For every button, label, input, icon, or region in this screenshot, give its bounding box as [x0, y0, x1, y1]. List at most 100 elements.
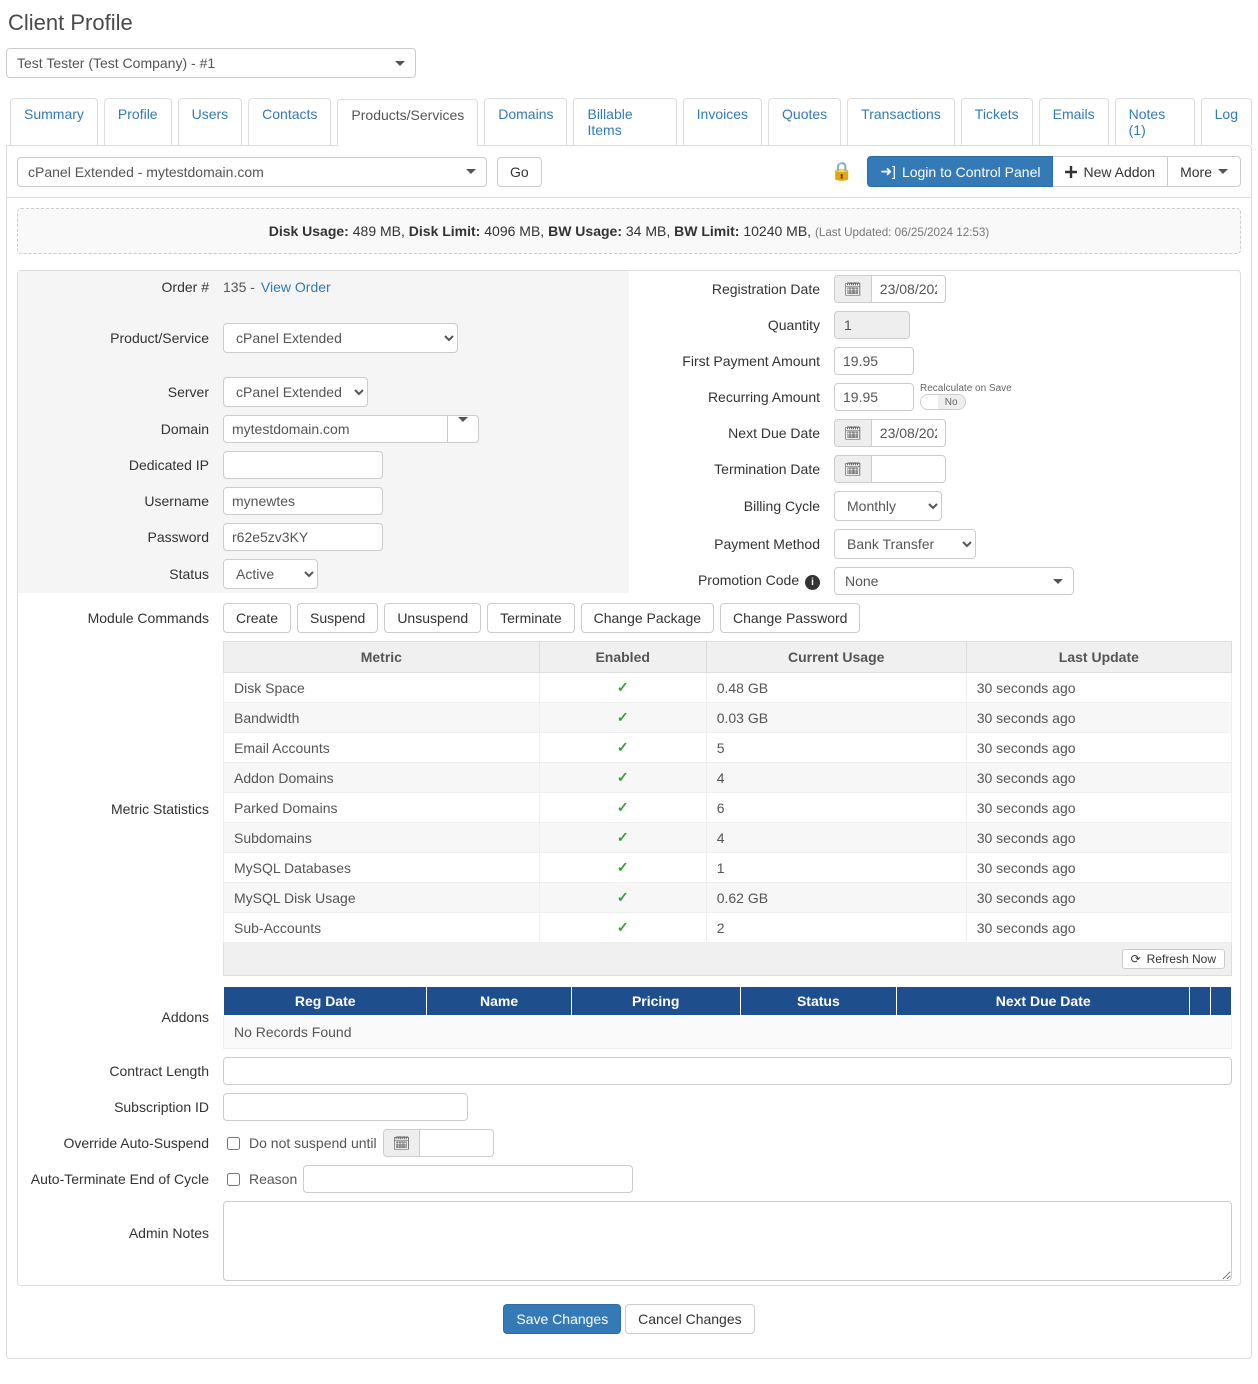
change-password-button[interactable]: Change Password	[720, 603, 860, 633]
termdate-input[interactable]	[871, 455, 946, 483]
metric-stats-label: Metric Statistics	[18, 793, 223, 825]
override-suspend-date[interactable]	[419, 1129, 494, 1157]
metric-name: MySQL Databases	[224, 853, 540, 883]
override-suspend-label: Override Auto-Suspend	[18, 1127, 223, 1159]
metric-enabled: ✓	[539, 733, 706, 763]
admin-notes-textarea[interactable]	[223, 1201, 1232, 1281]
new-addon-button[interactable]: New Addon	[1053, 156, 1168, 187]
metrics-header: Current Usage	[706, 642, 966, 673]
calendar-icon: 🗓	[834, 455, 871, 483]
regdate-label: Registration Date	[629, 273, 834, 305]
tab-log[interactable]: Log	[1201, 98, 1252, 145]
metric-name: Parked Domains	[224, 793, 540, 823]
tab-transactions[interactable]: Transactions	[847, 98, 955, 145]
tab-products-services[interactable]: Products/Services	[337, 99, 478, 146]
metric-name: Subdomains	[224, 823, 540, 853]
product-select[interactable]: cPanel Extended	[223, 323, 458, 353]
tab-summary[interactable]: Summary	[10, 98, 98, 145]
table-row: Email Accounts✓530 seconds ago	[224, 733, 1232, 763]
unsuspend-button[interactable]: Unsuspend	[384, 603, 481, 633]
calendar-icon: 🗓	[834, 419, 871, 447]
nextdue-input[interactable]	[871, 419, 946, 447]
admin-notes-label: Admin Notes	[18, 1197, 223, 1249]
tab-notes-1-[interactable]: Notes (1)	[1115, 98, 1195, 145]
tab-invoices[interactable]: Invoices	[683, 98, 762, 145]
metrics-header: Enabled	[539, 642, 706, 673]
order-label: Order #	[18, 271, 223, 303]
metric-usage: 1	[706, 853, 966, 883]
override-suspend-checkbox[interactable]	[227, 1137, 240, 1150]
promo-select[interactable]: None	[834, 567, 1074, 595]
dedicated-ip-input[interactable]	[223, 451, 383, 479]
tab-profile[interactable]: Profile	[104, 98, 172, 145]
metrics-header: Metric	[224, 642, 540, 673]
change-package-button[interactable]: Change Package	[581, 603, 714, 633]
client-selector-value: Test Tester (Test Company) - #1	[17, 55, 215, 71]
usage-summary: Disk Usage: 489 MB, Disk Limit: 4096 MB,…	[17, 208, 1241, 254]
metric-enabled: ✓	[539, 913, 706, 943]
tab-domains[interactable]: Domains	[484, 98, 567, 145]
billing-label: Billing Cycle	[629, 490, 834, 522]
tab-contacts[interactable]: Contacts	[248, 98, 331, 145]
metric-name: Email Accounts	[224, 733, 540, 763]
addons-table: Reg DateNamePricingStatusNext Due Date N…	[223, 986, 1232, 1049]
status-label: Status	[18, 558, 223, 590]
cancel-changes-button[interactable]: Cancel Changes	[625, 1304, 755, 1334]
domain-input[interactable]	[223, 415, 448, 443]
autoterm-label: Auto-Terminate End of Cycle	[18, 1163, 223, 1195]
password-input[interactable]	[223, 523, 383, 551]
create-button[interactable]: Create	[223, 603, 291, 633]
metrics-header: Last Update	[966, 642, 1231, 673]
go-button[interactable]: Go	[497, 157, 542, 187]
metric-usage: 0.62 GB	[706, 883, 966, 913]
more-dropdown[interactable]: More	[1168, 156, 1241, 187]
domain-dropdown-toggle[interactable]	[448, 415, 479, 443]
subscription-id-input[interactable]	[223, 1093, 468, 1121]
save-changes-button[interactable]: Save Changes	[503, 1304, 621, 1334]
username-input[interactable]	[223, 487, 383, 515]
login-control-panel-button[interactable]: ➜] Login to Control Panel	[867, 156, 1053, 187]
promo-label: Promotion Code i	[629, 564, 834, 598]
metric-enabled: ✓	[539, 673, 706, 703]
caret-down-icon	[458, 417, 468, 437]
caret-down-icon	[395, 61, 405, 66]
tab-users[interactable]: Users	[178, 98, 243, 145]
status-select[interactable]: Active	[223, 559, 318, 589]
view-order-link[interactable]: View Order	[261, 279, 331, 295]
recalc-toggle[interactable]: No	[920, 394, 966, 410]
check-icon: ✓	[617, 679, 629, 695]
contract-length-label: Contract Length	[18, 1055, 223, 1087]
addons-header: Reg Date	[224, 987, 427, 1016]
contract-length-input[interactable]	[223, 1057, 1232, 1085]
recurring-label: Recurring Amount	[629, 381, 834, 413]
tab-quotes[interactable]: Quotes	[768, 98, 841, 145]
refresh-now-button[interactable]: ⟳ Refresh Now	[1122, 949, 1225, 969]
suspend-button[interactable]: Suspend	[297, 603, 378, 633]
recurring-input[interactable]	[834, 383, 914, 411]
tab-billable-items[interactable]: Billable Items	[573, 98, 676, 145]
table-row: Subdomains✓430 seconds ago	[224, 823, 1232, 853]
paymethod-select[interactable]: Bank Transfer	[834, 529, 976, 559]
metric-usage: 0.48 GB	[706, 673, 966, 703]
server-select[interactable]: cPanel Extended (2/20)	[223, 377, 368, 407]
tab-tickets[interactable]: Tickets	[961, 98, 1033, 145]
check-icon: ✓	[617, 859, 629, 875]
check-icon: ✓	[617, 799, 629, 815]
plus-icon	[1065, 166, 1077, 178]
client-selector[interactable]: Test Tester (Test Company) - #1	[6, 48, 416, 78]
tab-emails[interactable]: Emails	[1039, 98, 1109, 145]
regdate-input[interactable]	[871, 275, 946, 303]
terminate-button[interactable]: Terminate	[487, 603, 574, 633]
metric-usage: 4	[706, 763, 966, 793]
billing-select[interactable]: Monthly	[834, 491, 942, 521]
addons-label: Addons	[18, 1001, 223, 1033]
autoterm-reason-input[interactable]	[303, 1165, 633, 1193]
autoterm-checkbox[interactable]	[227, 1173, 240, 1186]
caret-down-icon	[1053, 579, 1063, 584]
metric-last-update: 30 seconds ago	[966, 883, 1231, 913]
signin-icon: ➜]	[880, 163, 896, 180]
firstpay-input[interactable]	[834, 347, 914, 375]
service-selector[interactable]: cPanel Extended - mytestdomain.com	[17, 157, 487, 187]
table-row: Addon Domains✓430 seconds ago	[224, 763, 1232, 793]
table-row: Sub-Accounts✓230 seconds ago	[224, 913, 1232, 943]
